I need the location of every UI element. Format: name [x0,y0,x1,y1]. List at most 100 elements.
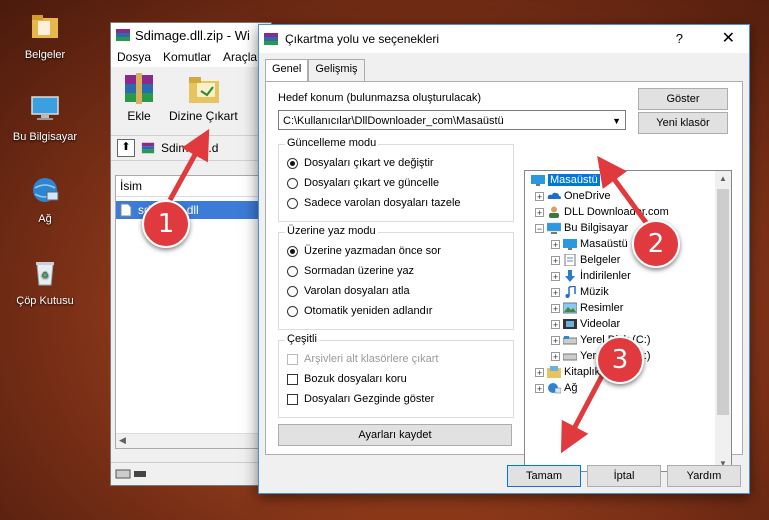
file-icon [120,203,132,217]
computer-icon [547,222,561,234]
option-label: Üzerine yazmadan önce sor [304,245,441,257]
option-label: Otomatik yeniden adlandır [304,305,433,317]
radio-button[interactable] [287,285,298,297]
scroll-up-arrow[interactable]: ▲ [719,174,727,183]
tree-item-user[interactable]: + DLL Downloader.com [535,204,669,220]
extract-to-button[interactable]: Dizine Çıkart [169,71,238,131]
tab-general[interactable]: Genel [265,59,309,83]
expand-icon[interactable]: + [535,207,544,217]
folder-tree: Masaüstü + OneDrive + DLL Downloader.com −… [524,170,732,472]
tree-item-this-pc[interactable]: − Bu Bilgisayar [535,220,628,236]
step-marker-3: 3 [596,336,644,384]
tree-item-videos[interactable]: + Videolar [551,316,620,332]
libraries-icon [547,366,561,378]
user-icon [549,206,559,218]
update-option-replace[interactable]: Dosyaları çıkart ve değiştir [287,157,434,169]
column-header-name[interactable]: İsim [116,176,264,197]
overwrite-option-without-prompt[interactable]: Sormadan üzerine yaz [287,265,414,277]
overwrite-option-ask[interactable]: Üzerine yazmadan önce sor [287,245,441,257]
desktop-icon-recycle-bin[interactable]: ♻ Çöp Kutusu [5,256,85,307]
expand-icon[interactable]: + [551,239,560,249]
expand-icon[interactable]: + [535,383,544,393]
help-icon[interactable]: ? [676,31,683,46]
tree-item-label: Müzik [580,286,609,298]
checkbox[interactable] [287,393,298,405]
tree-item-network[interactable]: + Ağ [535,380,577,396]
tree-item-onedrive[interactable]: + OneDrive [535,188,610,204]
tree-vertical-scrollbar[interactable]: ▲ ▼ [715,171,731,471]
add-button[interactable]: Ekle [119,71,159,131]
winrar-title: Sdimage.dll.zip - Wi [135,27,250,43]
menu-commands[interactable]: Komutlar [163,50,211,64]
update-option-freshen[interactable]: Sadece varolan dosyaları tazele [287,197,461,209]
tree-item-pc-desktop[interactable]: + Masaüstü [551,236,628,252]
tree-item-label: Resimler [580,302,624,314]
address-path[interactable]: Sdimage.d [161,141,218,155]
recycle-bin-icon: ♻ [36,262,54,286]
show-button[interactable]: Göster [638,88,728,110]
ok-button[interactable]: Tamam [507,465,581,487]
winrar-icon [116,29,130,41]
chevron-down-icon[interactable]: ▼ [612,111,621,131]
radio-button[interactable] [287,157,298,169]
tree-item-music[interactable]: + Müzik [551,284,609,300]
new-folder-button[interactable]: Yeni klasör [638,112,728,134]
expand-icon[interactable]: + [535,367,544,377]
network-icon [33,178,59,202]
misc-option-keep-broken[interactable]: Bozuk dosyaları koru [287,373,407,385]
tree-item-label: Videolar [580,318,621,330]
menu-tools[interactable]: Araçla [223,50,257,64]
option-label: Sormadan üzerine yaz [304,265,415,277]
tree-item-downloads[interactable]: + İndirilenler [551,268,631,284]
tree-item-label: OneDrive [564,190,611,202]
overwrite-option-skip[interactable]: Varolan dosyaları atla [287,285,410,297]
option-label: Arşivleri alt klasörlere çıkart [304,353,439,365]
scroll-thumb[interactable] [717,189,729,415]
tree-item-pictures[interactable]: + Resimler [551,300,623,316]
file-row[interactable]: sdimage.dll [116,201,264,219]
tree-item-label: İndirilenler [580,270,631,282]
tree-item-label: Belgeler [580,254,621,266]
extract-dialog: Çıkartma yolu ve seçenekleri ? ✕ Genel G… [258,24,750,494]
radio-button[interactable] [287,265,298,277]
radio-button[interactable] [287,245,298,257]
desktop-icon-network[interactable]: Ağ [5,174,85,225]
destination-path-combobox[interactable]: C:\Kullanıcılar\DllDownloader_com\Masaüs… [278,110,626,130]
radio-button[interactable] [287,177,298,189]
checkbox[interactable] [287,373,298,385]
tab-advanced[interactable]: Gelişmiş [308,59,365,81]
radio-button[interactable] [287,197,298,209]
scroll-left-arrow[interactable]: ◀ [119,435,126,446]
desktop-icon-this-pc[interactable]: Bu Bilgisayar [5,92,85,143]
cancel-button[interactable]: İptal [587,465,661,487]
close-icon[interactable]: ✕ [722,28,735,48]
update-option-update[interactable]: Dosyaları çıkart ve güncelle [287,177,439,189]
expand-icon[interactable]: + [551,287,560,297]
option-label: Sadece varolan dosyaları tazele [304,197,461,209]
update-mode-group: Güncelleme modu Dosyaları çıkart ve deği… [278,137,514,222]
overwrite-option-rename[interactable]: Otomatik yeniden adlandır [287,305,432,317]
help-button[interactable]: Yardım [667,465,741,487]
misc-option-show-in-explorer[interactable]: Dosyaları Gezginde göster [287,393,434,405]
horizontal-scrollbar[interactable]: ◀ [116,433,264,448]
dialog-title: Çıkartma yolu ve seçenekleri [285,32,440,46]
menu-file[interactable]: Dosya [117,50,151,64]
option-label: Bozuk dosyaları koru [304,373,407,385]
desktop-icon-documents[interactable]: Belgeler [5,10,85,61]
tree-item-desktop[interactable]: Masaüstü [531,172,600,188]
expand-icon[interactable]: + [551,271,560,281]
up-folder-button[interactable]: ⬆ [117,139,135,157]
dialog-tabs: Genel Gelişmiş [265,59,365,83]
winrar-menubar: Dosya Komutlar Araçla [111,47,271,67]
file-list: İsim sdimage.dll ◀ [115,175,265,449]
expand-icon[interactable]: + [551,303,560,313]
tree-item-documents[interactable]: + Belgeler [551,252,620,268]
expand-icon[interactable]: + [551,335,560,345]
expand-icon[interactable]: + [551,319,560,329]
expand-icon[interactable]: + [551,255,560,265]
expand-icon[interactable]: + [535,191,544,201]
collapse-icon[interactable]: − [535,223,544,233]
expand-icon[interactable]: + [551,351,560,361]
radio-button[interactable] [287,305,298,317]
save-settings-button[interactable]: Ayarları kaydet [278,424,512,446]
